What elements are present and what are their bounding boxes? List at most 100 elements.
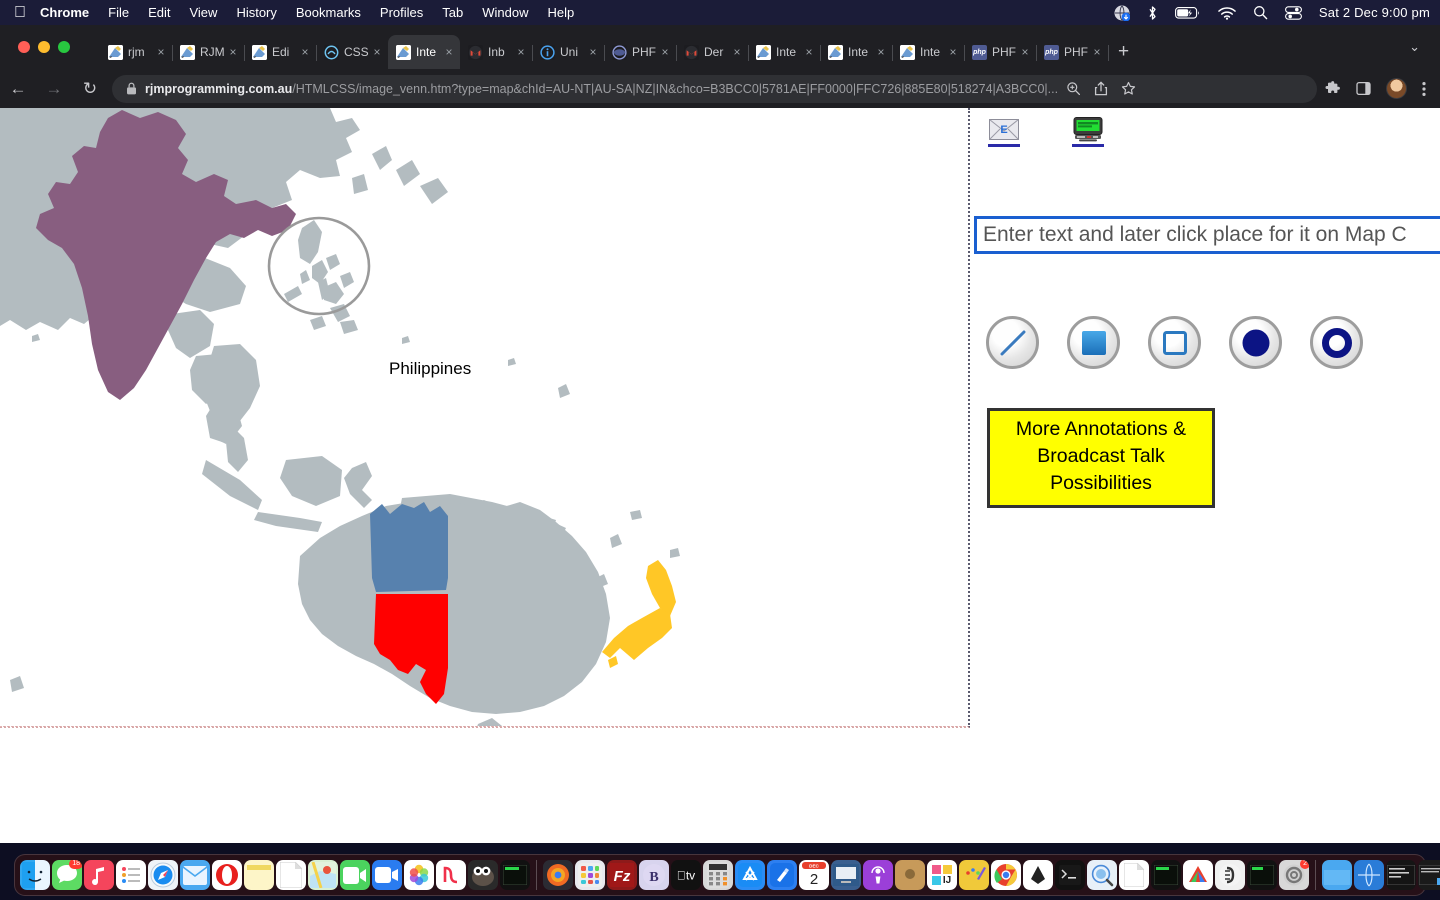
dock-item-messages[interactable]: 18	[52, 860, 82, 890]
dock-item-globe-window[interactable]	[1354, 860, 1384, 890]
browser-tab-0[interactable]: rjm ×	[100, 35, 173, 69]
browser-tab-12[interactable]: php PHF ×	[964, 35, 1037, 69]
chrome-menu-icon[interactable]	[1422, 81, 1426, 97]
control-center-icon[interactable]	[1284, 5, 1302, 20]
tab-close-icon[interactable]: ×	[514, 45, 528, 59]
menu-item-tab[interactable]: Tab	[442, 5, 463, 20]
dock-item-appstore[interactable]	[735, 860, 765, 890]
browser-tab-11[interactable]: Inte ×	[892, 35, 965, 69]
url-text[interactable]: rjmprogramming.com.au/HTMLCSS/image_venn…	[145, 82, 1058, 96]
dock-item-xcode[interactable]	[767, 860, 797, 890]
dock-item-intellij[interactable]: IJ	[927, 860, 957, 890]
zoom-icon[interactable]	[1066, 81, 1081, 96]
back-button[interactable]: ←	[0, 79, 36, 99]
tab-close-icon[interactable]: ×	[874, 45, 888, 59]
share-icon[interactable]	[1094, 81, 1108, 96]
menu-item-chrome[interactable]: Chrome	[40, 5, 89, 20]
tab-close-icon[interactable]: ×	[658, 45, 672, 59]
browser-tab-9[interactable]: Inte ×	[748, 35, 821, 69]
tab-close-icon[interactable]: ×	[802, 45, 816, 59]
dock-item-textedit[interactable]	[276, 860, 306, 890]
dock-item-stickies[interactable]	[244, 860, 274, 890]
annotations-info-box[interactable]: More Annotations & Broadcast Talk Possib…	[987, 408, 1215, 508]
browser-tab-7[interactable]: PHF ×	[604, 35, 677, 69]
terminal-monitor-link[interactable]	[1072, 116, 1104, 147]
browser-tab-4[interactable]: Inte ×	[388, 35, 460, 69]
menu-item-history[interactable]: History	[236, 5, 276, 20]
tab-close-icon[interactable]: ×	[226, 45, 240, 59]
dock-item-facetime[interactable]	[340, 860, 370, 890]
side-panel-icon[interactable]	[1356, 81, 1371, 96]
menu-item-edit[interactable]: Edit	[148, 5, 170, 20]
extensions-puzzle-icon[interactable]	[1325, 80, 1341, 97]
dock-item-reminders[interactable]	[116, 860, 146, 890]
dock-item-preview[interactable]	[1087, 860, 1117, 890]
dock-item-zoom[interactable]	[372, 860, 402, 890]
tab-close-icon[interactable]: ×	[298, 45, 312, 59]
browser-tab-5[interactable]: Inb ×	[460, 35, 533, 69]
browser-tab-6[interactable]: Uni ×	[532, 35, 605, 69]
dock-item-keynote[interactable]	[831, 860, 861, 890]
dock-item-chrome[interactable]	[991, 860, 1021, 890]
filled-rectangle-tool-button[interactable]	[1067, 316, 1120, 369]
dock-item-terminal-green-2[interactable]	[1151, 860, 1181, 890]
forward-button[interactable]: →	[36, 79, 72, 99]
dock-item-news[interactable]	[436, 860, 466, 890]
map-canvas[interactable]: Philippines	[0, 108, 970, 728]
dock-item-tan-app[interactable]	[895, 860, 925, 890]
dock-item-finder[interactable]	[20, 860, 50, 890]
reload-button[interactable]: ↻	[72, 79, 108, 99]
dock-item-podcasts[interactable]	[863, 860, 893, 890]
browser-tab-10[interactable]: Inte ×	[820, 35, 893, 69]
close-window-button[interactable]	[18, 41, 30, 53]
dock-item-folder-window[interactable]	[1322, 860, 1352, 890]
dock-item-terminal-green[interactable]	[500, 860, 530, 890]
outline-circle-tool-button[interactable]	[1310, 316, 1363, 369]
dock-item-terminal-window-1[interactable]	[1386, 860, 1416, 890]
dock-item-maps[interactable]	[308, 860, 338, 890]
dock-item-terminal-window-2[interactable]	[1418, 860, 1440, 890]
tab-close-icon[interactable]: ×	[586, 45, 600, 59]
battery-charging-icon[interactable]	[1174, 6, 1201, 20]
menu-item-window[interactable]: Window	[482, 5, 528, 20]
outline-rectangle-tool-button[interactable]	[1148, 316, 1201, 369]
dock-item-safari[interactable]	[148, 860, 178, 890]
wifi-icon[interactable]	[1218, 6, 1236, 20]
dock-item-music[interactable]	[84, 860, 114, 890]
dock-item-inkscape[interactable]	[1023, 860, 1053, 890]
dock-item-filezilla[interactable]: Fz	[607, 860, 637, 890]
menu-item-file[interactable]: File	[108, 5, 129, 20]
bluetooth-icon[interactable]	[1147, 5, 1158, 21]
bookmark-star-icon[interactable]	[1121, 81, 1136, 96]
new-tab-button[interactable]: +	[1118, 41, 1129, 63]
tab-close-icon[interactable]: ×	[154, 45, 168, 59]
tab-close-icon[interactable]: ×	[442, 45, 456, 59]
menu-item-profiles[interactable]: Profiles	[380, 5, 423, 20]
tab-close-icon[interactable]: ×	[730, 45, 744, 59]
dock-item-gimp[interactable]	[468, 860, 498, 890]
menu-item-bookmarks[interactable]: Bookmarks	[296, 5, 361, 20]
dock-item-adobe-reader[interactable]	[1183, 860, 1213, 890]
dock-item-evernote[interactable]	[1215, 860, 1245, 890]
menu-item-view[interactable]: View	[189, 5, 217, 20]
dock-item-calendar[interactable]: DEC 2	[799, 860, 829, 890]
email-link[interactable]: E	[988, 116, 1020, 147]
map-text-input[interactable]	[974, 216, 1440, 254]
search-icon[interactable]	[1253, 5, 1268, 20]
maximize-window-button[interactable]	[58, 41, 70, 53]
world-map-svg[interactable]	[0, 108, 968, 726]
dock-item-calculator[interactable]	[703, 860, 733, 890]
globe-download-icon[interactable]	[1114, 5, 1130, 21]
browser-tab-1[interactable]: RJM ×	[172, 35, 245, 69]
dock-item-launchpad[interactable]	[575, 860, 605, 890]
dock-item-terminal[interactable]	[1055, 860, 1085, 890]
dock-item-bbedit[interactable]: B	[639, 860, 669, 890]
lock-icon[interactable]	[126, 82, 137, 95]
dock-item-terminal-green-3[interactable]	[1247, 860, 1277, 890]
dock-item-appletv[interactable]: tv	[671, 860, 701, 890]
dock-item-paint[interactable]	[959, 860, 989, 890]
dock-item-photos[interactable]	[404, 860, 434, 890]
apple-logo-icon[interactable]: 	[14, 4, 26, 21]
line-tool-button[interactable]	[986, 316, 1039, 369]
minimize-window-button[interactable]	[38, 41, 50, 53]
